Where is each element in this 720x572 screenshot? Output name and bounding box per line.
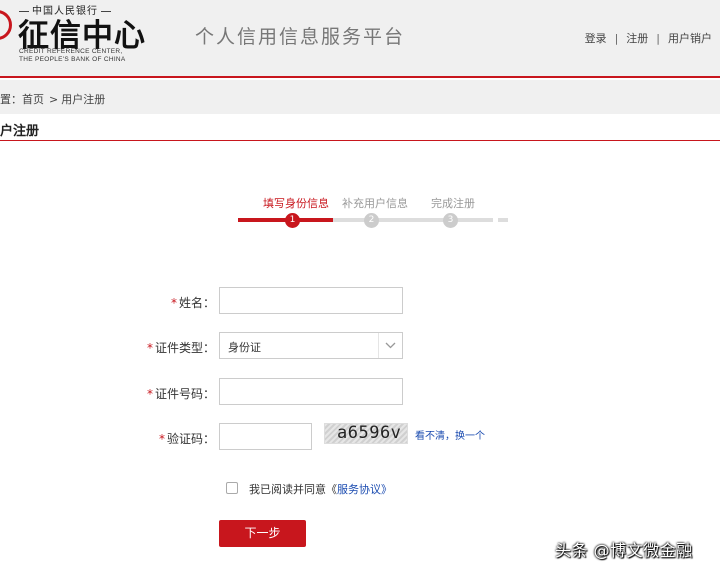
step-1-marker: 1 <box>285 213 300 228</box>
logo-english-line2: THE PEOPLE'S BANK OF CHINA <box>19 56 126 63</box>
link-separator: | <box>614 32 619 45</box>
step-3-label: 完成注册 <box>431 197 475 210</box>
breadcrumb-separator: > <box>49 93 59 106</box>
captcha-input[interactable] <box>219 423 312 450</box>
breadcrumb-current: 用户注册 <box>61 93 106 106</box>
id-type-row: * 证件类型： 身份证 <box>0 332 720 362</box>
step-line-start <box>238 218 252 222</box>
platform-title: 个人信用信息服务平台 <box>195 26 406 48</box>
breadcrumb-home-link[interactable]: 首页 <box>22 93 44 106</box>
required-mark: * <box>146 341 153 355</box>
id-type-select[interactable]: 身份证 <box>219 332 403 359</box>
id-type-value: 身份证 <box>228 341 261 354</box>
login-link[interactable]: 登录 <box>585 32 607 45</box>
logo-english-line1: CREDIT REFERENCE CENTER, <box>19 48 123 55</box>
register-link[interactable]: 注册 <box>626 32 648 45</box>
next-step-button[interactable]: 下一步 <box>219 520 306 547</box>
step-1-label: 填写身份信息 <box>263 197 329 210</box>
step-line-end <box>498 218 508 222</box>
progress-steps: 填写身份信息 补充用户信息 完成注册 1 2 3 <box>238 190 508 230</box>
name-label: * 姓名： <box>170 296 215 310</box>
step-2-label: 补充用户信息 <box>342 197 408 210</box>
required-mark: * <box>170 296 177 310</box>
captcha-label: * 验证码： <box>158 432 215 446</box>
agreement-text: 我已阅读并同意《服务协议》 <box>249 483 392 496</box>
top-links: 登录 | 注册 | 用户销户 <box>585 30 712 46</box>
name-input[interactable] <box>219 287 403 314</box>
step-2-marker: 2 <box>364 213 379 228</box>
step-3-marker: 3 <box>443 213 458 228</box>
id-type-label: * 证件类型： <box>146 341 215 355</box>
site-header: 中国人民银行 征信中心 CREDIT REFERENCE CENTER, THE… <box>0 0 720 78</box>
breadcrumb-prefix: 置： <box>0 93 22 106</box>
required-mark: * <box>146 387 153 401</box>
chevron-down-icon <box>378 333 402 358</box>
service-agreement-link[interactable]: 服务协议 <box>337 483 381 496</box>
captcha-image[interactable]: a6596v <box>324 423 408 444</box>
required-mark: * <box>158 432 165 446</box>
logo-emblem-icon <box>0 10 12 40</box>
link-separator: | <box>656 32 660 45</box>
id-number-row: * 证件号码： <box>0 378 720 408</box>
id-number-input[interactable] <box>219 378 403 405</box>
id-number-label: * 证件号码： <box>146 387 215 401</box>
watermark: 头条 @博文微金融 <box>555 541 693 560</box>
cancel-account-link[interactable]: 用户销户 <box>668 32 712 45</box>
captcha-refresh-link[interactable]: 看不清，换一个 <box>415 427 485 442</box>
agreement-checkbox[interactable] <box>226 482 238 494</box>
captcha-row: * 验证码： a6596v 看不清，换一个 <box>0 423 720 453</box>
breadcrumb: 置：首页 > 用户注册 <box>0 80 720 114</box>
page-title: 户注册 <box>0 114 720 141</box>
name-row: * 姓名： <box>0 287 720 317</box>
